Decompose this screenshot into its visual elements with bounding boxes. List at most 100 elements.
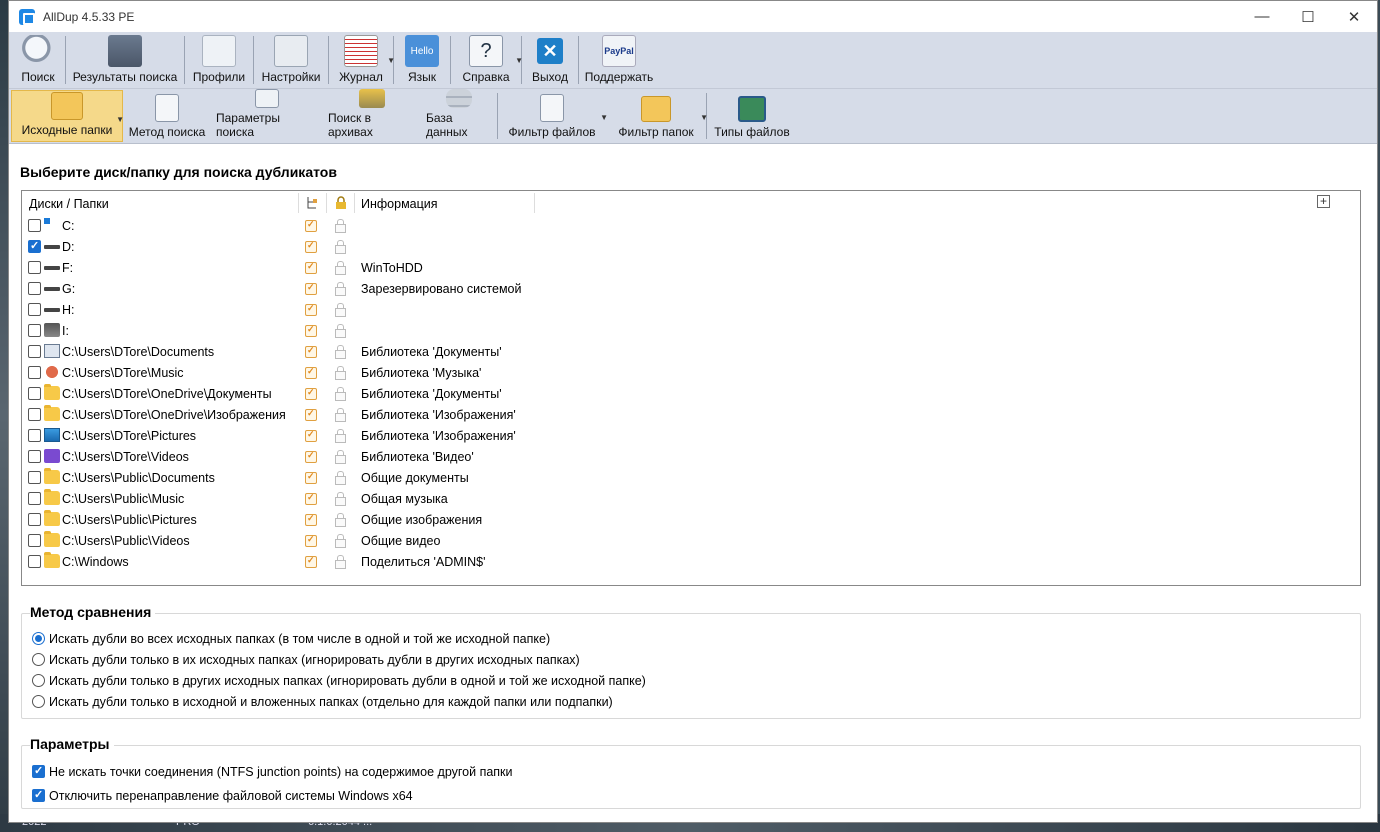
compare-option-label[interactable]: Искать дубли только в их исходных папках… <box>49 653 580 667</box>
include-subfolders-checkbox[interactable] <box>305 345 317 358</box>
folder-checkbox[interactable] <box>28 324 41 337</box>
folder-filter-button[interactable]: Фильтр папок ▼ <box>606 89 708 143</box>
lock-icon[interactable] <box>335 366 346 380</box>
lock-icon[interactable] <box>335 492 346 506</box>
subfolders-column-icon[interactable] <box>306 196 318 210</box>
compare-option-radio[interactable] <box>32 632 45 645</box>
include-subfolders-checkbox[interactable] <box>305 282 317 295</box>
include-subfolders-checkbox[interactable] <box>305 219 317 232</box>
fs-redirection-checkbox[interactable] <box>32 788 45 802</box>
source-folder-list[interactable]: Диски / Папки Информация + C: D: F: WinToHD… <box>21 190 1361 586</box>
lock-icon[interactable] <box>335 303 346 317</box>
search-params-button[interactable]: Параметры поиска <box>211 89 323 143</box>
column-header-path[interactable]: Диски / Папки <box>29 197 109 211</box>
profiles-button[interactable]: Профили <box>185 32 253 88</box>
lock-icon[interactable] <box>335 240 346 254</box>
folder-checkbox[interactable] <box>28 408 41 421</box>
folder-checkbox[interactable] <box>28 429 41 442</box>
close-button[interactable]: ✕ <box>1331 1 1377 32</box>
folder-checkbox[interactable] <box>28 261 41 274</box>
list-item[interactable]: C:\Users\DTore\Music Библиотека 'Музыка' <box>22 362 1360 383</box>
folder-checkbox[interactable] <box>28 450 41 463</box>
junction-points-label[interactable]: Не искать точки соединения (NTFS junctio… <box>49 765 513 779</box>
list-item[interactable]: G: Зарезервировано системой <box>22 278 1360 299</box>
settings-button[interactable]: Настройки <box>254 32 328 88</box>
include-subfolders-checkbox[interactable] <box>305 366 317 379</box>
include-subfolders-checkbox[interactable] <box>305 471 317 484</box>
folder-checkbox[interactable] <box>28 555 41 568</box>
include-subfolders-checkbox[interactable] <box>305 387 317 400</box>
lock-icon[interactable] <box>335 219 346 233</box>
folder-checkbox[interactable] <box>28 303 41 316</box>
folder-checkbox[interactable] <box>28 219 41 232</box>
fs-redirection-label[interactable]: Отключить перенаправление файловой систе… <box>49 789 413 803</box>
search-method-button[interactable]: Метод поиска <box>123 89 211 143</box>
lock-icon[interactable] <box>335 534 346 548</box>
lock-icon[interactable] <box>335 261 346 275</box>
compare-option-label[interactable]: Искать дубли во всех исходных папках (в … <box>49 632 550 646</box>
list-item[interactable]: I: <box>22 320 1360 341</box>
include-subfolders-checkbox[interactable] <box>305 513 317 526</box>
column-header-info[interactable]: Информация <box>361 197 438 211</box>
list-item[interactable]: C:\Users\Public\Videos Общие видео <box>22 530 1360 551</box>
compare-option-label[interactable]: Искать дубли только в других исходных па… <box>49 674 646 688</box>
list-item[interactable]: C:\Users\DTore\OneDrive\Изображения Библи… <box>22 404 1360 425</box>
junction-points-checkbox[interactable] <box>32 764 45 778</box>
log-button[interactable]: Журнал ▼ <box>329 32 395 88</box>
file-filter-button[interactable]: Фильтр файлов ▼ <box>498 89 608 143</box>
database-button[interactable]: База данных <box>421 89 497 143</box>
lock-icon[interactable] <box>335 429 346 443</box>
folder-checkbox[interactable] <box>28 513 41 526</box>
help-button[interactable]: ? Справка ▼ <box>451 32 523 88</box>
list-item[interactable]: C:\Users\DTore\Documents Библиотека 'Доку… <box>22 341 1360 362</box>
lock-icon[interactable] <box>335 282 346 296</box>
folder-checkbox[interactable] <box>28 387 41 400</box>
file-types-button[interactable]: Типы файлов <box>707 89 797 143</box>
search-results-button[interactable]: Результаты поиска <box>66 32 184 88</box>
list-item[interactable]: H: <box>22 299 1360 320</box>
lock-icon[interactable] <box>335 471 346 485</box>
lock-icon[interactable] <box>335 345 346 359</box>
archive-search-button[interactable]: Поиск в архивах <box>323 89 421 143</box>
language-button[interactable]: Hello Язык <box>394 32 450 88</box>
compare-option-radio[interactable] <box>32 674 45 687</box>
folder-checkbox[interactable] <box>28 492 41 505</box>
list-item[interactable]: D: <box>22 236 1360 257</box>
source-folders-button[interactable]: Исходные папки ▼ <box>11 90 124 142</box>
list-item[interactable]: C:\Users\Public\Pictures Общие изображени… <box>22 509 1360 530</box>
compare-option-radio[interactable] <box>32 695 45 708</box>
lock-icon[interactable] <box>335 450 346 464</box>
add-column-button[interactable]: + <box>1317 195 1330 208</box>
folder-checkbox[interactable] <box>28 471 41 484</box>
lock-icon[interactable] <box>335 408 346 422</box>
list-item[interactable]: C:\Users\Public\Documents Общие документы <box>22 467 1360 488</box>
lock-icon[interactable] <box>335 555 346 569</box>
search-button[interactable]: Поиск <box>11 32 65 88</box>
list-item[interactable]: C:\Users\DTore\Pictures Библиотека 'Изобр… <box>22 425 1360 446</box>
include-subfolders-checkbox[interactable] <box>305 240 317 253</box>
lock-icon[interactable] <box>335 513 346 527</box>
list-item[interactable]: F: WinToHDD <box>22 257 1360 278</box>
compare-option-radio[interactable] <box>32 653 45 666</box>
include-subfolders-checkbox[interactable] <box>305 534 317 547</box>
lock-icon[interactable] <box>335 387 346 401</box>
folder-checkbox[interactable] <box>28 282 41 295</box>
include-subfolders-checkbox[interactable] <box>305 303 317 316</box>
include-subfolders-checkbox[interactable] <box>305 429 317 442</box>
list-item[interactable]: C:\Users\Public\Music Общая музыка <box>22 488 1360 509</box>
include-subfolders-checkbox[interactable] <box>305 492 317 505</box>
include-subfolders-checkbox[interactable] <box>305 408 317 421</box>
compare-option-label[interactable]: Искать дубли только в исходной и вложенн… <box>49 695 613 709</box>
list-item[interactable]: C:\Users\DTore\OneDrive\Документы Библиот… <box>22 383 1360 404</box>
lock-icon[interactable] <box>335 324 346 338</box>
include-subfolders-checkbox[interactable] <box>305 555 317 568</box>
lock-column-icon[interactable] <box>335 196 347 210</box>
donate-button[interactable]: PayPal Поддержать <box>579 32 659 88</box>
include-subfolders-checkbox[interactable] <box>305 261 317 274</box>
folder-checkbox[interactable] <box>28 366 41 379</box>
maximize-button[interactable]: ☐ <box>1285 1 1331 32</box>
list-item[interactable]: C:\Users\DTore\Videos Библиотека 'Видео' <box>22 446 1360 467</box>
folder-checkbox[interactable] <box>28 345 41 358</box>
include-subfolders-checkbox[interactable] <box>305 324 317 337</box>
folder-checkbox[interactable] <box>28 534 41 547</box>
